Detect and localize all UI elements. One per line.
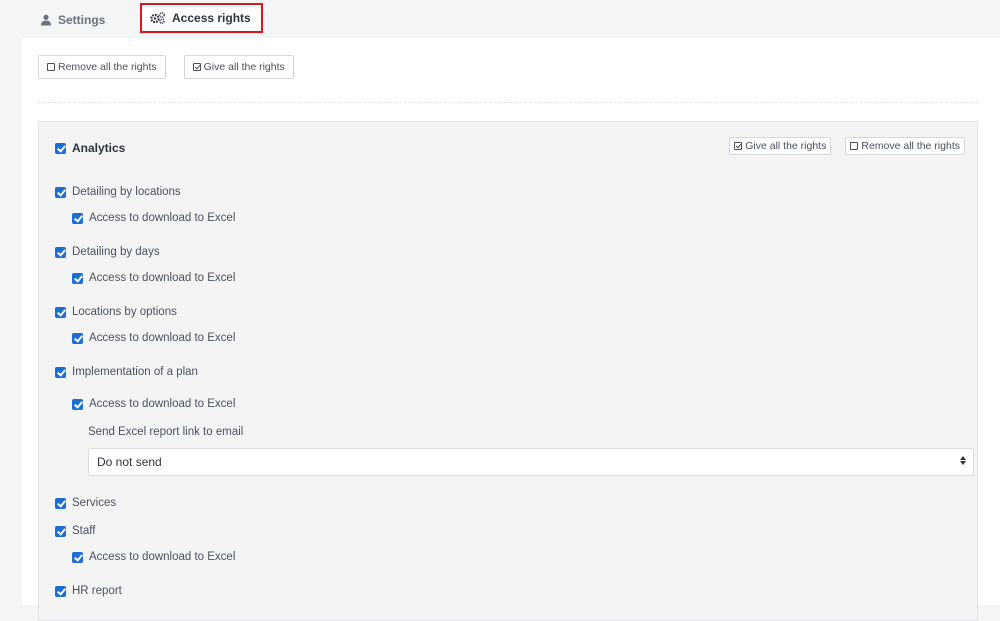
- permission-label: Access to download to Excel: [89, 332, 236, 344]
- global-rights-actions: Remove all the rights Give all the right…: [38, 55, 294, 79]
- permission-staff[interactable]: Staff: [55, 525, 95, 537]
- email-report-select[interactable]: Do not send: [88, 448, 974, 476]
- section-rights-actions: Give all the rights Remove all the right…: [729, 137, 965, 155]
- checkbox[interactable]: [55, 525, 66, 537]
- divider: [38, 102, 978, 103]
- checkbox[interactable]: [72, 212, 83, 224]
- checkbox[interactable]: [72, 398, 83, 410]
- section-title: Analytics: [72, 141, 126, 155]
- permission-label: Detailing by days: [72, 246, 160, 258]
- permission-label: Locations by options: [72, 306, 177, 318]
- remove-all-rights-button[interactable]: Remove all the rights: [38, 55, 166, 79]
- section-remove-all-button[interactable]: Remove all the rights: [845, 137, 965, 155]
- tab-access-rights[interactable]: Access rights: [140, 3, 263, 33]
- gears-icon: [150, 12, 165, 24]
- checkbox[interactable]: [72, 332, 83, 344]
- permission-label: Staff: [72, 525, 96, 537]
- permission-label: Services: [72, 497, 117, 509]
- tab-settings-label: Settings: [58, 13, 106, 27]
- permission-implementation-of-plan[interactable]: Implementation of a plan: [55, 366, 198, 378]
- permission-excel-plan[interactable]: Access to download to Excel: [72, 398, 235, 410]
- section-remove-all-label: Remove all the rights: [861, 140, 960, 152]
- permission-detailing-by-days[interactable]: Detailing by days: [55, 246, 160, 258]
- permission-label: Access to download to Excel: [89, 272, 236, 284]
- permission-label: Implementation of a plan: [72, 366, 198, 378]
- checkbox[interactable]: [55, 585, 66, 597]
- permission-excel-options[interactable]: Access to download to Excel: [72, 332, 235, 344]
- permission-locations-by-options[interactable]: Locations by options: [55, 306, 177, 318]
- permission-excel-locations[interactable]: Access to download to Excel: [72, 212, 235, 224]
- checkbox[interactable]: [72, 272, 83, 284]
- email-report-label: Send Excel report link to email: [88, 426, 244, 438]
- checked-checkbox-icon: [734, 142, 743, 150]
- give-all-rights-label: Give all the rights: [203, 61, 285, 73]
- section-give-all-button[interactable]: Give all the rights: [729, 137, 832, 155]
- checkbox[interactable]: [72, 551, 83, 563]
- section-header: Analytics Give all the rights Remove all…: [39, 122, 977, 172]
- permission-label: Access to download to Excel: [89, 212, 236, 224]
- analytics-section: Analytics Give all the rights Remove all…: [38, 121, 978, 621]
- tab-bar: Settings Access rights: [0, 0, 1000, 38]
- permission-excel-staff[interactable]: Access to download to Excel: [72, 551, 235, 563]
- checkbox[interactable]: [55, 306, 66, 318]
- permission-detailing-by-locations[interactable]: Detailing by locations: [55, 186, 181, 198]
- give-all-rights-button[interactable]: Give all the rights: [183, 55, 294, 79]
- checkbox[interactable]: [55, 497, 66, 509]
- permission-hr-report[interactable]: HR report: [55, 585, 122, 597]
- checkbox[interactable]: [55, 366, 66, 378]
- permission-label: Detailing by locations: [72, 186, 181, 198]
- empty-checkbox-icon: [47, 63, 55, 71]
- analytics-checkbox-row[interactable]: Analytics: [55, 141, 125, 155]
- empty-checkbox-icon: [850, 142, 859, 150]
- section-give-all-label: Give all the rights: [745, 140, 827, 152]
- user-icon: [41, 14, 51, 26]
- checkbox[interactable]: [55, 246, 66, 258]
- select-arrows-icon: [960, 456, 966, 465]
- email-report-select-value: Do not send: [97, 455, 162, 469]
- access-rights-panel: Remove all the rights Give all the right…: [22, 38, 1000, 621]
- checkbox[interactable]: [55, 186, 66, 198]
- permission-label: Access to download to Excel: [89, 398, 236, 410]
- permission-services[interactable]: Services: [55, 497, 116, 509]
- tab-settings[interactable]: Settings: [40, 9, 105, 31]
- analytics-checkbox[interactable]: [55, 142, 66, 154]
- permission-label: HR report: [72, 585, 122, 597]
- remove-all-rights-label: Remove all the rights: [58, 61, 157, 73]
- tab-access-rights-label: Access rights: [172, 11, 251, 25]
- permission-excel-days[interactable]: Access to download to Excel: [72, 272, 235, 284]
- checked-checkbox-icon: [192, 63, 201, 71]
- permission-label: Access to download to Excel: [89, 551, 236, 563]
